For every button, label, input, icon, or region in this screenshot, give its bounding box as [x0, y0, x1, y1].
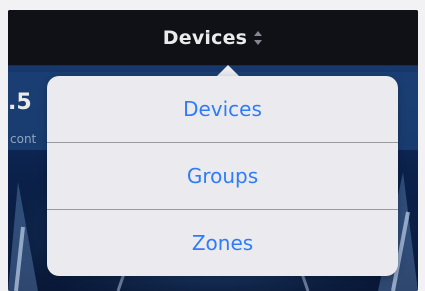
menu-item-devices[interactable]: Devices: [47, 76, 398, 142]
menu-item-groups[interactable]: Groups: [47, 143, 398, 209]
device-screen: .5 cont Devices Devices Groups Zones: [8, 10, 418, 291]
view-selector-popover: Devices Groups Zones: [47, 76, 398, 276]
menu-item-zones[interactable]: Zones: [47, 210, 398, 276]
